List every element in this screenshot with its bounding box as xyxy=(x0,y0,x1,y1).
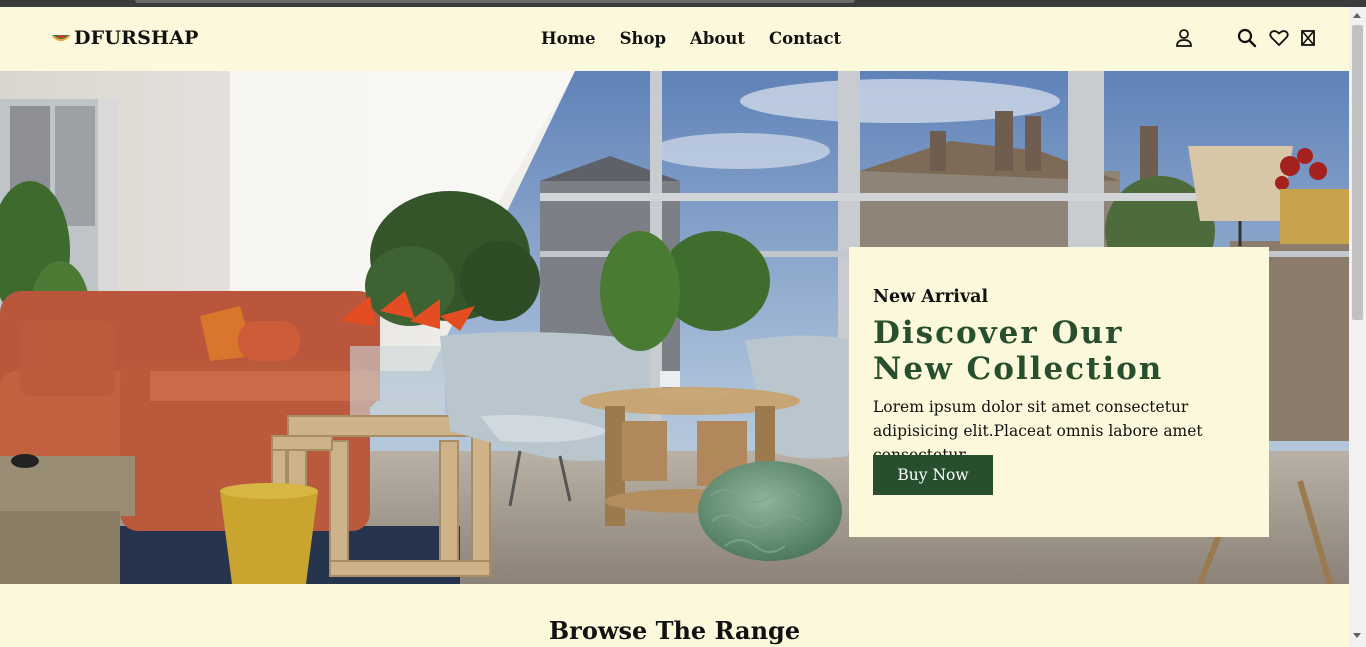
scroll-down-icon[interactable] xyxy=(1353,633,1361,638)
hero-card: New Arrival Discover Our New Collection … xyxy=(849,247,1269,537)
scroll-up-icon[interactable] xyxy=(1353,13,1361,18)
header-icons xyxy=(0,27,1349,51)
cart-icon[interactable] xyxy=(1297,27,1319,49)
section-title: Browse The Range xyxy=(548,616,801,645)
site-header: DFURSHAP Home Shop About Contact xyxy=(0,7,1349,71)
scrollbar-thumb[interactable] xyxy=(1352,25,1363,320)
hero-kicker: New Arrival xyxy=(873,287,989,307)
heart-icon[interactable] xyxy=(1268,27,1290,49)
hero-banner: New Arrival Discover Our New Collection … xyxy=(0,71,1349,584)
page-scrollbar[interactable] xyxy=(1349,7,1366,647)
user-icon[interactable] xyxy=(1173,27,1195,49)
search-icon[interactable] xyxy=(1236,27,1258,49)
browser-top-strip xyxy=(0,0,1366,7)
hero-headline-line2: New Collection xyxy=(873,351,1164,387)
buy-now-button[interactable]: Buy Now xyxy=(873,455,993,495)
hero-headline: Discover Our New Collection xyxy=(873,315,1163,387)
hero-headline-line1: Discover Our xyxy=(873,315,1124,351)
